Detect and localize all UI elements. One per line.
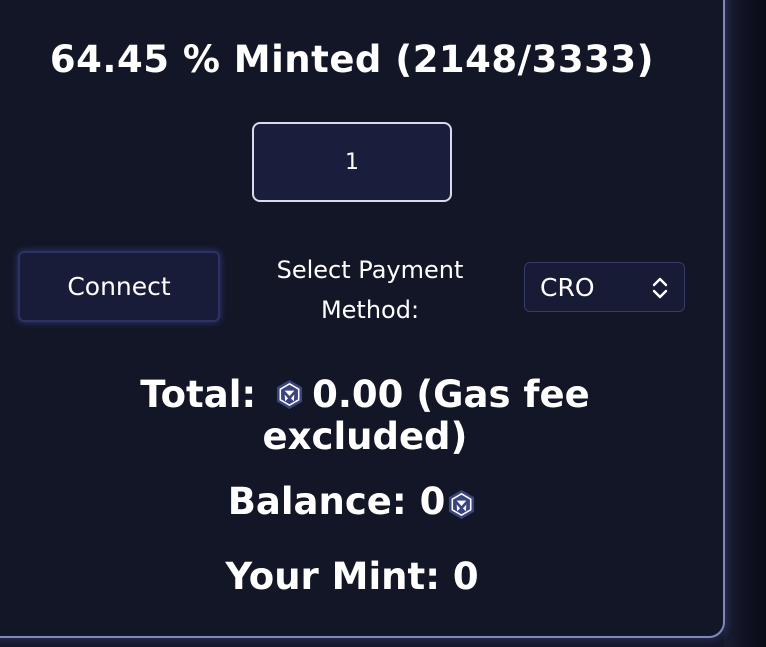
balance-text: Balance: 0 <box>0 480 704 523</box>
payment-method-label-line2: Method: <box>320 296 420 324</box>
your-mint-text: Your Mint: 0 <box>225 555 479 598</box>
balance-value: 0 <box>419 480 446 523</box>
mint-progress-text: 64.45 % Minted (2148/3333) <box>49 38 655 81</box>
total-gas-note-excluded: excluded) <box>262 415 468 458</box>
quantity-input[interactable] <box>252 122 452 202</box>
payment-method-value: CRO <box>540 273 595 302</box>
payment-method-label-line1: Select Payment <box>276 256 464 284</box>
payment-method-label: Select Payment Method: <box>248 250 492 330</box>
total-text: Total: 0.00 (Gas fee excluded) <box>60 374 670 458</box>
total-amount: 0.00 <box>312 373 404 416</box>
chevron-up-down-icon <box>652 277 668 299</box>
balance-label: Balance: <box>227 480 407 523</box>
page-edge <box>724 0 766 647</box>
total-label: Total: <box>140 373 257 416</box>
cro-coin-icon <box>449 489 475 520</box>
total-gas-note: (Gas fee <box>416 373 590 416</box>
page: 64.45 % Minted (2148/3333) Connect Selec… <box>0 0 766 647</box>
connect-button[interactable]: Connect <box>18 251 220 322</box>
cro-coin-icon <box>276 379 303 410</box>
payment-method-select[interactable]: CRO <box>524 262 685 312</box>
